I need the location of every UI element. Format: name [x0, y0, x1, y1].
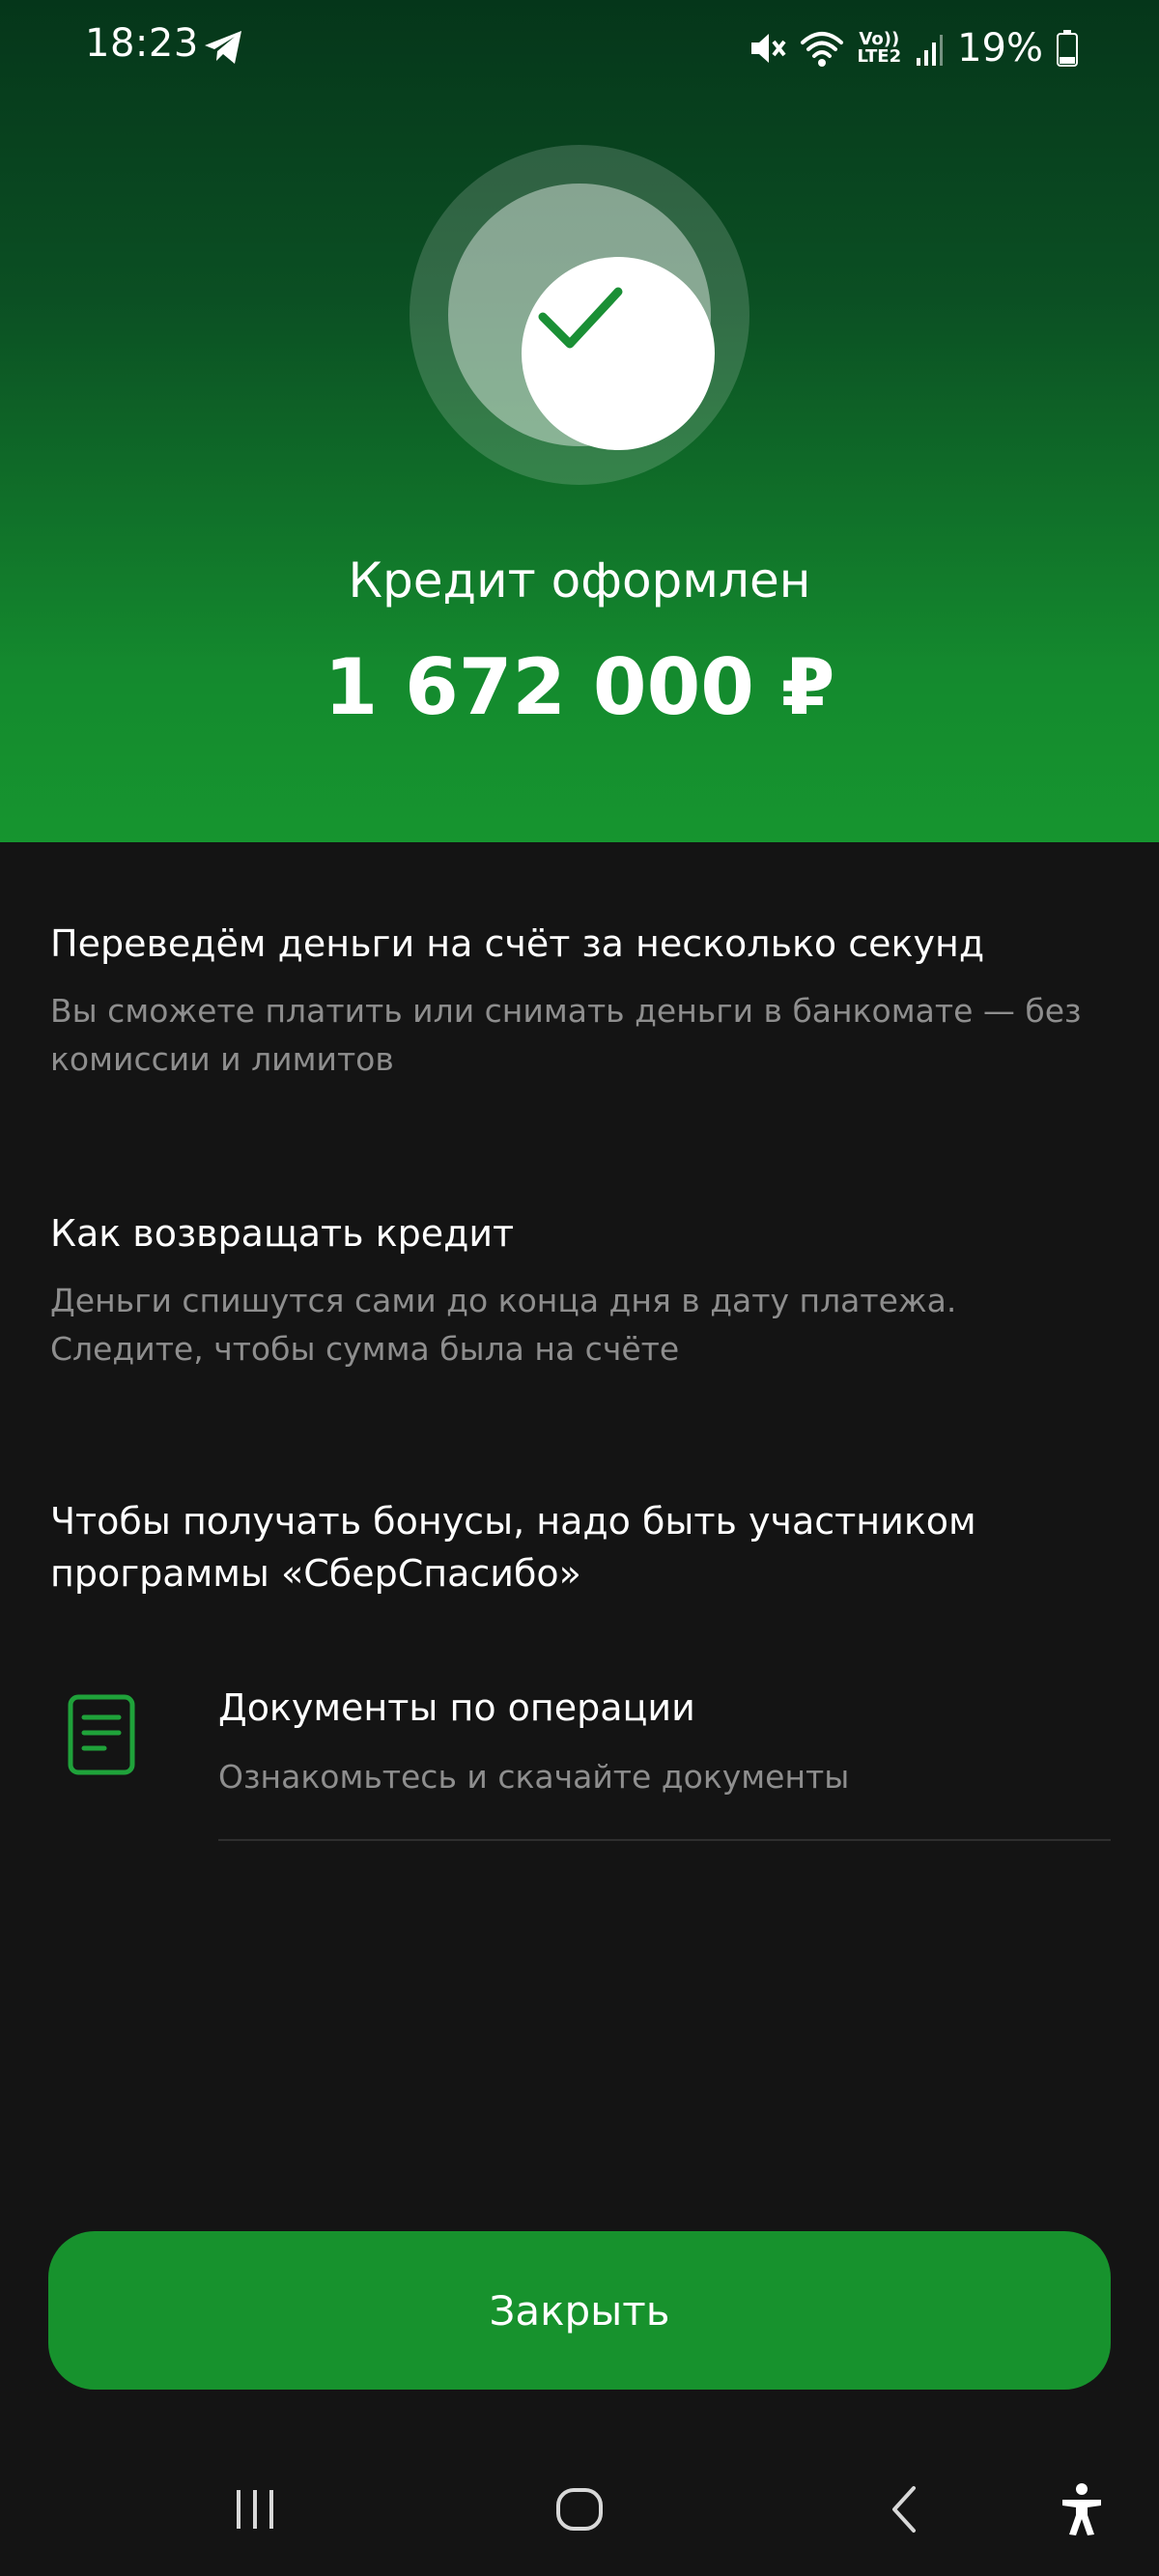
- section-text: Деньги спишутся сами до конца дня в дату…: [50, 1282, 957, 1368]
- network-label-bottom: LTE2: [857, 46, 902, 67]
- battery-percent: 19%: [957, 26, 1043, 71]
- hero-title: Кредит оформлен: [348, 552, 811, 609]
- system-nav-bar: [0, 2444, 1159, 2576]
- screen: 18:23 Vo)) LTE2 19% Кредит оформлен 1 67…: [0, 0, 1159, 2576]
- documents-row[interactable]: Документы по операции Ознакомьтесь и ска…: [0, 1681, 1159, 1845]
- accessibility-button[interactable]: [1043, 2471, 1120, 2548]
- accessibility-icon: [1062, 2483, 1101, 2535]
- info-section-bonuses: Чтобы получать бонусы, надо быть участни…: [50, 1495, 1113, 1599]
- wifi-icon: [800, 32, 843, 67]
- status-bar: 18:23 Vo)) LTE2 19%: [0, 0, 1159, 97]
- credit-amount: 1 672 000 ₽: [324, 642, 835, 732]
- section-title: Чтобы получать бонусы, надо быть участни…: [50, 1500, 976, 1595]
- info-section-repayment: Как возвращать кредит Деньги спишутся са…: [50, 1207, 1113, 1373]
- divider: [218, 1839, 1111, 1841]
- hero-banner: 18:23 Vo)) LTE2 19% Кредит оформлен 1 67…: [0, 0, 1159, 842]
- close-button[interactable]: Закрыть: [48, 2231, 1111, 2390]
- home-icon: [556, 2488, 603, 2531]
- status-icons: Vo)) LTE2 19%: [748, 21, 1078, 75]
- recent-apps-button[interactable]: [216, 2471, 294, 2548]
- section-text: Вы сможете платить или снимать деньги в …: [50, 992, 1082, 1078]
- signal-icon: [917, 35, 944, 66]
- battery-icon: [1057, 30, 1078, 67]
- back-icon: [892, 2486, 916, 2533]
- telegram-icon: [205, 31, 241, 64]
- back-button[interactable]: [865, 2471, 943, 2548]
- document-icon: [68, 1694, 135, 1775]
- documents-subtitle: Ознакомьтесь и скачайте документы: [218, 1758, 850, 1796]
- info-section-transfer: Переведём деньги на счёт за несколько се…: [50, 918, 1113, 1084]
- home-button[interactable]: [541, 2471, 618, 2548]
- section-title: Переведём деньги на счёт за несколько се…: [50, 922, 985, 965]
- checkmark-icon: [538, 287, 623, 349]
- recent-apps-icon: [237, 2490, 273, 2529]
- network-type: Vo)) LTE2: [858, 31, 902, 66]
- success-badge: [410, 145, 749, 485]
- documents-title: Документы по операции: [218, 1686, 695, 1729]
- mute-icon: [750, 34, 786, 63]
- status-time: 18:23: [85, 21, 199, 66]
- section-title: Как возвращать кредит: [50, 1212, 515, 1255]
